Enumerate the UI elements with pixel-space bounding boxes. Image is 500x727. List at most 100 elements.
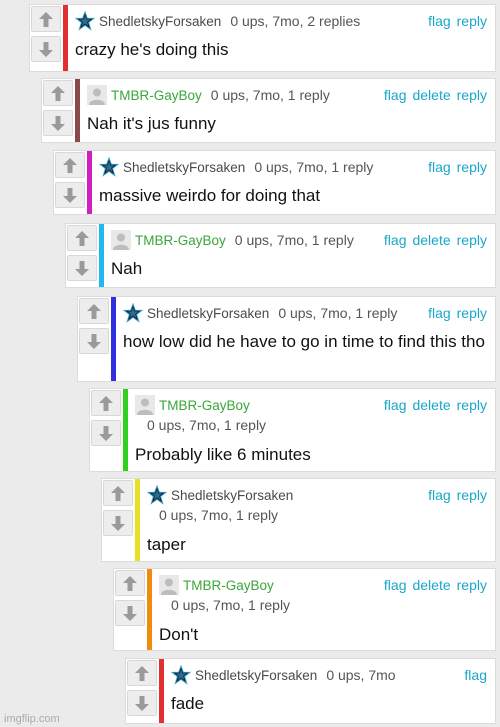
comment-text: massive weirdo for doing that <box>99 186 321 205</box>
arrow-down-icon <box>122 605 138 622</box>
star-icon[interactable] <box>171 664 191 685</box>
upvote-button[interactable] <box>43 80 73 106</box>
flag-link[interactable]: flag <box>428 487 451 503</box>
downvote-button[interactable] <box>127 690 157 716</box>
comment-meta: 0 ups, 7mo <box>326 667 396 683</box>
flag-link[interactable]: flag <box>384 397 407 413</box>
username-link[interactable]: TMBR-GayBoy <box>135 233 226 248</box>
arrow-down-icon <box>38 41 54 58</box>
username-link[interactable]: ShedletskyForsaken <box>99 14 221 29</box>
delete-link[interactable]: delete <box>412 577 450 593</box>
downvote-button[interactable] <box>43 110 73 136</box>
vote-controls <box>67 225 98 281</box>
reply-link[interactable]: reply <box>457 305 487 321</box>
comment-meta: 0 ups, 7mo, 1 reply <box>147 417 267 433</box>
comment-actions: flag delete reply <box>378 397 487 413</box>
comment-text: Nah <box>111 259 143 278</box>
comment-header: ShedletskyForsaken 0 ups, 7mo flag <box>171 664 487 686</box>
comment-meta: 0 ups, 7mo, 1 reply <box>234 232 354 248</box>
reply-link[interactable]: reply <box>457 232 487 248</box>
thread-depth-bar <box>75 79 80 142</box>
comment-text: Nah it's jus funny <box>87 114 216 133</box>
comment-text: fade <box>171 694 205 713</box>
downvote-button[interactable] <box>31 36 61 62</box>
comment-meta: 0 ups, 7mo, 1 reply <box>171 597 291 613</box>
comment-meta: 0 ups, 7mo, 1 reply <box>210 87 330 103</box>
thread-depth-bar <box>135 479 140 561</box>
arrow-up-icon <box>50 85 66 102</box>
thread-depth-bar <box>63 5 68 71</box>
reply-link[interactable]: reply <box>457 577 487 593</box>
reply-link[interactable]: reply <box>457 87 487 103</box>
comment-meta: 0 ups, 7mo, 1 reply <box>159 507 279 523</box>
downvote-button[interactable] <box>115 600 145 626</box>
downvote-button[interactable] <box>103 510 133 536</box>
upvote-button[interactable] <box>91 390 121 416</box>
comment-meta: 0 ups, 7mo, 2 replies <box>230 13 361 29</box>
comment: TMBR-GayBoy flag delete reply 0 ups, 7mo, … <box>113 568 496 651</box>
comment-header: TMBR-GayBoy 0 ups, 7mo, 1 reply flag dele… <box>87 84 487 106</box>
flag-link[interactable]: flag <box>428 13 451 29</box>
comment-actions: flag reply <box>422 159 487 175</box>
username-link[interactable]: ShedletskyForsaken <box>147 306 269 321</box>
flag-link[interactable]: flag <box>384 232 407 248</box>
thread-depth-bar <box>147 569 152 650</box>
upvote-button[interactable] <box>115 570 145 596</box>
username-link[interactable]: TMBR-GayBoy <box>159 398 250 413</box>
comment-header: ShedletskyForsaken 0 ups, 7mo, 1 reply f… <box>123 302 487 324</box>
upvote-button[interactable] <box>31 6 61 32</box>
comment: ShedletskyForsaken flag reply 0 ups, 7mo,… <box>101 478 496 562</box>
star-icon[interactable] <box>75 10 95 31</box>
flag-link[interactable]: flag <box>428 159 451 175</box>
star-icon[interactable] <box>123 302 143 323</box>
comment-actions: flag delete reply <box>378 577 487 593</box>
reply-link[interactable]: reply <box>457 159 487 175</box>
username-link[interactable]: ShedletskyForsaken <box>123 160 245 175</box>
comment-actions: flag delete reply <box>378 232 487 248</box>
comment: ShedletskyForsaken 0 ups, 7mo, 1 reply f… <box>77 296 496 382</box>
arrow-down-icon <box>134 695 150 712</box>
default-avatar-icon[interactable] <box>111 230 131 250</box>
upvote-button[interactable] <box>79 298 109 324</box>
upvote-button[interactable] <box>103 480 133 506</box>
arrow-up-icon <box>38 11 54 28</box>
comment: TMBR-GayBoy flag delete reply 0 ups, 7mo, … <box>89 388 496 472</box>
comment-meta: 0 ups, 7mo, 1 reply <box>254 159 374 175</box>
downvote-button[interactable] <box>55 182 85 208</box>
username-link[interactable]: ShedletskyForsaken <box>171 488 293 503</box>
flag-link[interactable]: flag <box>384 577 407 593</box>
reply-link[interactable]: reply <box>457 13 487 29</box>
delete-link[interactable]: delete <box>412 232 450 248</box>
reply-link[interactable]: reply <box>457 397 487 413</box>
default-avatar-icon[interactable] <box>135 395 155 415</box>
star-icon[interactable] <box>99 156 119 177</box>
delete-link[interactable]: delete <box>412 87 450 103</box>
thread-depth-bar <box>99 224 104 287</box>
username-link[interactable]: ShedletskyForsaken <box>195 668 317 683</box>
username-link[interactable]: TMBR-GayBoy <box>183 578 274 593</box>
vote-controls <box>103 480 134 536</box>
comment-actions: flag reply <box>422 13 487 29</box>
arrow-down-icon <box>50 115 66 132</box>
star-icon[interactable] <box>147 484 167 505</box>
upvote-button[interactable] <box>127 660 157 686</box>
downvote-button[interactable] <box>67 255 97 281</box>
downvote-button[interactable] <box>79 328 109 354</box>
comment: ShedletskyForsaken 0 ups, 7mo flag fade <box>125 658 496 724</box>
flag-link[interactable]: flag <box>384 87 407 103</box>
delete-link[interactable]: delete <box>412 397 450 413</box>
arrow-down-icon <box>74 260 90 277</box>
comment-header: TMBR-GayBoy flag delete reply <box>135 394 487 416</box>
default-avatar-icon[interactable] <box>159 575 179 595</box>
upvote-button[interactable] <box>55 152 85 178</box>
default-avatar-icon[interactable] <box>87 85 107 105</box>
thread-depth-bar <box>123 389 128 471</box>
flag-link[interactable]: flag <box>428 305 451 321</box>
comment-header: TMBR-GayBoy 0 ups, 7mo, 1 reply flag dele… <box>111 229 487 251</box>
reply-link[interactable]: reply <box>457 487 487 503</box>
flag-link[interactable]: flag <box>464 667 487 683</box>
username-link[interactable]: TMBR-GayBoy <box>111 88 202 103</box>
arrow-up-icon <box>62 157 78 174</box>
downvote-button[interactable] <box>91 420 121 446</box>
upvote-button[interactable] <box>67 225 97 251</box>
